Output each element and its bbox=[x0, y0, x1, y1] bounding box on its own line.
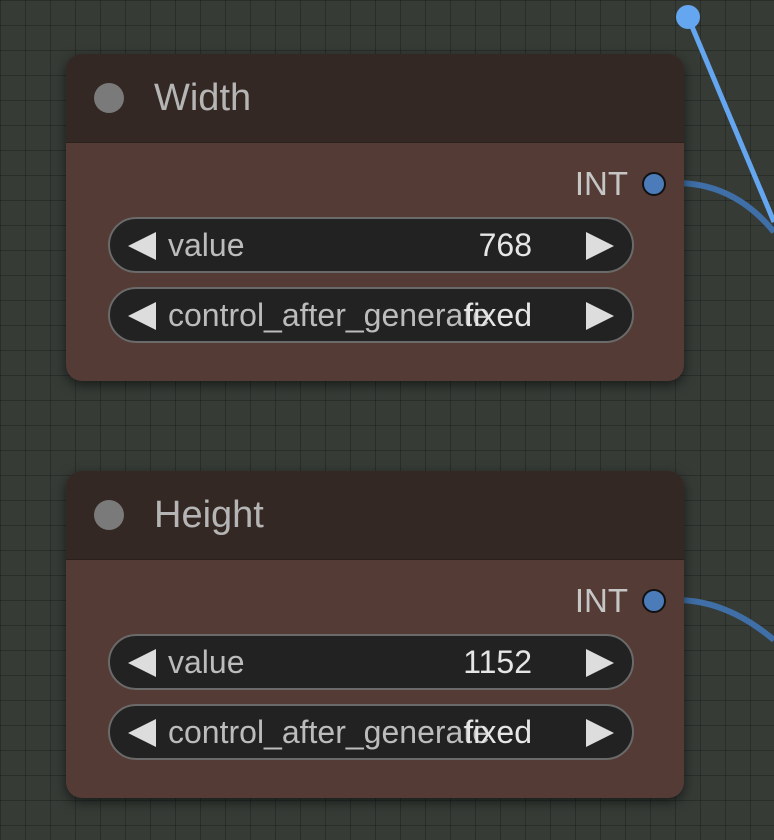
widget-value: fixed bbox=[464, 714, 532, 750]
widget-label: value bbox=[168, 644, 245, 680]
control-after-generate-widget[interactable]: control_after_generate fixed bbox=[108, 704, 634, 760]
widget-label: control_after_generate bbox=[168, 297, 490, 333]
selected-link[interactable] bbox=[685, 16, 774, 223]
next-arrow-icon[interactable] bbox=[586, 302, 614, 330]
decrement-arrow-icon[interactable] bbox=[128, 649, 156, 677]
node-title: Height bbox=[154, 494, 264, 536]
widget-label: control_after_generate bbox=[168, 714, 490, 750]
increment-arrow-icon[interactable] bbox=[586, 232, 614, 260]
node-header[interactable]: Height bbox=[66, 471, 684, 560]
increment-arrow-icon[interactable] bbox=[586, 649, 614, 677]
widget-value: 768 bbox=[478, 227, 532, 263]
height-node[interactable]: Height INT value 1152 control_after_gene… bbox=[66, 471, 684, 798]
widget-value: 1152 bbox=[463, 644, 532, 680]
widget-label: value bbox=[168, 227, 245, 263]
height-output-link[interactable] bbox=[675, 597, 774, 643]
output-label: INT bbox=[574, 582, 628, 619]
value-widget[interactable]: value 768 bbox=[108, 217, 634, 273]
output-slot-icon[interactable] bbox=[642, 589, 666, 613]
output-int: INT bbox=[575, 162, 666, 206]
next-arrow-icon[interactable] bbox=[586, 719, 614, 747]
previous-arrow-icon[interactable] bbox=[128, 719, 156, 747]
output-int: INT bbox=[575, 579, 666, 623]
collapse-dot-icon[interactable] bbox=[94, 500, 124, 530]
value-widget[interactable]: value 1152 bbox=[108, 634, 634, 690]
control-after-generate-widget[interactable]: control_after_generate fixed bbox=[108, 287, 634, 343]
node-title: Width bbox=[154, 77, 252, 119]
node-header[interactable]: Width bbox=[66, 54, 684, 143]
decrement-arrow-icon[interactable] bbox=[128, 232, 156, 260]
previous-arrow-icon[interactable] bbox=[128, 302, 156, 330]
collapse-dot-icon[interactable] bbox=[94, 83, 124, 113]
link-midpoint-handle[interactable] bbox=[676, 5, 700, 29]
output-label: INT bbox=[574, 165, 628, 202]
output-slot-icon[interactable] bbox=[642, 172, 666, 196]
width-node[interactable]: Width INT value 768 control_after_genera… bbox=[66, 54, 684, 381]
widget-value: fixed bbox=[464, 297, 532, 333]
